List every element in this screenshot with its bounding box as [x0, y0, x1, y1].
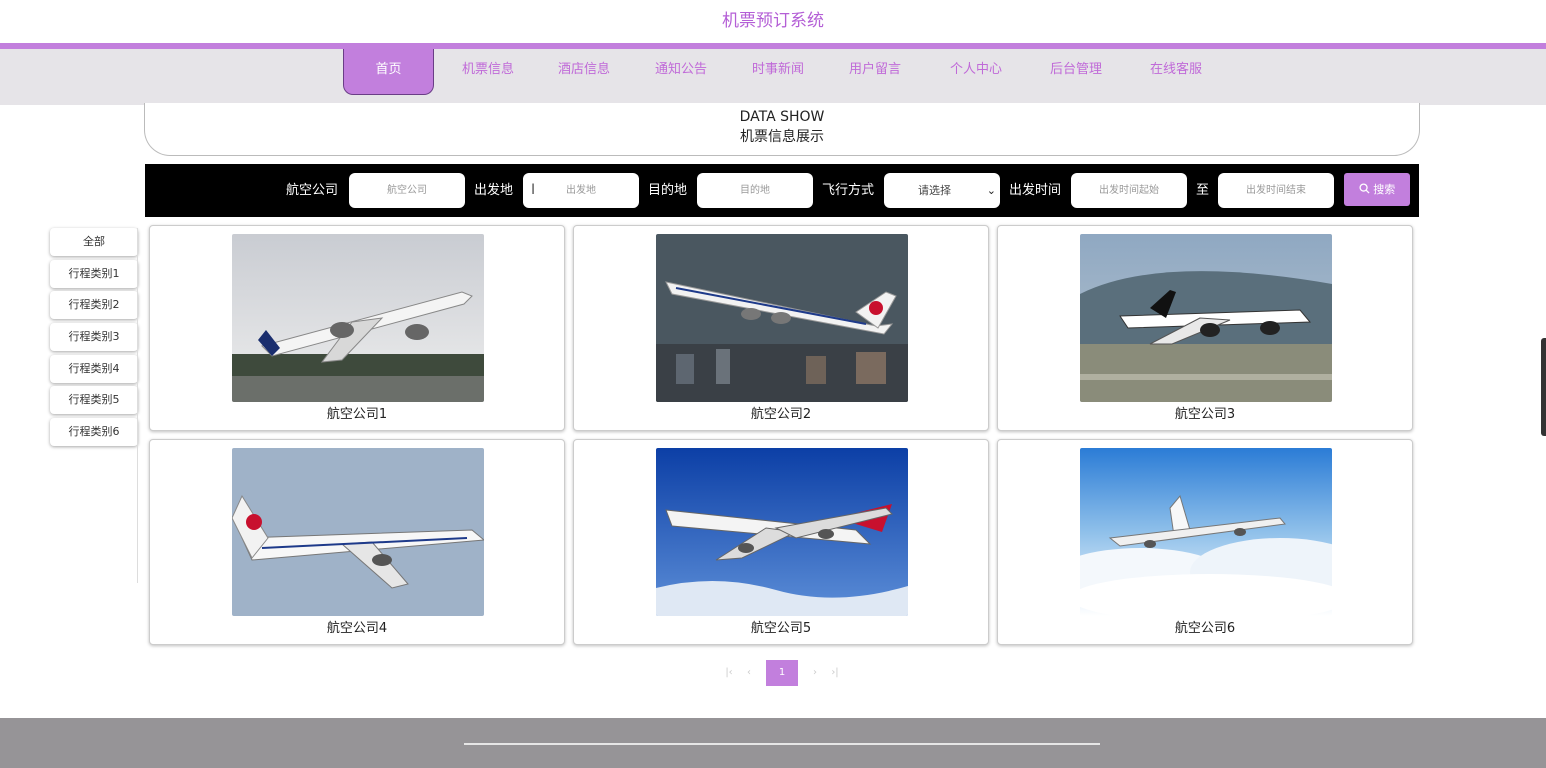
category-4[interactable]: 行程类别4 [50, 354, 138, 383]
section-title-cn: 机票信息展示 [740, 129, 824, 145]
category-6[interactable]: 行程类别6 [50, 418, 138, 447]
airline-label: 航空公司 [286, 183, 339, 198]
section-title-en: DATA SHOW [739, 109, 825, 125]
flight-card[interactable]: 航空公司3 [997, 225, 1413, 431]
flight-card[interactable]: 航空公司2 [573, 225, 989, 431]
airplane-photo[interactable] [232, 448, 484, 616]
flight-type-value: 请选择 [918, 184, 951, 197]
main-nav: 首页 机票信息 酒店信息 通知公告 时事新闻 用户留言 个人中心 后台管理 在线… [0, 49, 1546, 105]
departure-time-label: 出发时间 [1009, 183, 1062, 198]
card-caption[interactable]: 航空公司2 [574, 403, 988, 422]
sidebar-divider [137, 228, 138, 583]
first-page-button[interactable]: |‹ [722, 660, 736, 686]
category-sidebar: 全部 行程类别1 行程类别2 行程类别3 行程类别4 行程类别5 行程类别6 [50, 228, 138, 450]
airplane-photo[interactable] [656, 234, 908, 402]
prev-page-button[interactable]: ‹ [742, 660, 756, 686]
card-caption[interactable]: 航空公司4 [150, 617, 564, 636]
page-number-current[interactable]: 1 [766, 660, 798, 686]
airplane-photo[interactable] [1080, 234, 1332, 402]
departure-label: 出发地 [474, 183, 514, 198]
time-separator: 至 [1196, 183, 1210, 198]
search-bar: 航空公司 航空公司 出发地 出发地 I 目的地 目的地 飞行方式 请选择 ⌄ 出… [145, 164, 1419, 217]
card-caption[interactable]: 航空公司3 [998, 403, 1412, 422]
flight-type-label: 飞行方式 [822, 183, 875, 198]
nav-online-service[interactable]: 在线客服 [1140, 49, 1212, 93]
side-scroll-tab[interactable] [1541, 338, 1546, 436]
destination-input[interactable]: 目的地 [697, 173, 813, 208]
nav-hotel-info[interactable]: 酒店信息 [548, 49, 620, 93]
airline-input[interactable]: 航空公司 [349, 173, 465, 208]
flight-card[interactable]: 航空公司5 [573, 439, 989, 645]
airplane-photo[interactable] [656, 448, 908, 616]
text-cursor-icon: I [531, 180, 535, 200]
footer [0, 718, 1546, 768]
next-page-button[interactable]: › [808, 660, 822, 686]
destination-label: 目的地 [648, 183, 688, 198]
card-caption[interactable]: 航空公司1 [150, 403, 564, 422]
flight-card[interactable]: 航空公司1 [149, 225, 565, 431]
nav-home[interactable]: 首页 [343, 49, 434, 95]
nav-flight-info[interactable]: 机票信息 [452, 49, 524, 93]
card-caption[interactable]: 航空公司6 [998, 617, 1412, 636]
flight-card[interactable]: 航空公司4 [149, 439, 565, 645]
nav-notices[interactable]: 通知公告 [645, 49, 717, 93]
nav-messages[interactable]: 用户留言 [839, 49, 911, 93]
search-button[interactable]: 搜索 [1344, 173, 1410, 206]
flight-card[interactable]: 航空公司6 [997, 439, 1413, 645]
category-3[interactable]: 行程类别3 [50, 323, 138, 352]
category-1[interactable]: 行程类别1 [50, 259, 138, 288]
category-all[interactable]: 全部 [50, 228, 138, 256]
card-caption[interactable]: 航空公司5 [574, 617, 988, 636]
time-start-input[interactable]: 出发时间起始 [1071, 173, 1187, 208]
last-page-button[interactable]: ›| [828, 660, 842, 686]
category-5[interactable]: 行程类别5 [50, 386, 138, 415]
chevron-down-icon: ⌄ [986, 184, 996, 197]
nav-admin[interactable]: 后台管理 [1040, 49, 1112, 93]
search-icon [1359, 183, 1370, 194]
site-title: 机票预订系统 [722, 11, 824, 31]
departure-input[interactable]: 出发地 [523, 173, 639, 208]
search-button-label: 搜索 [1373, 183, 1396, 196]
section-header: DATA SHOW 机票信息展示 [144, 103, 1420, 156]
time-end-input[interactable]: 出发时间结束 [1218, 173, 1334, 208]
nav-news[interactable]: 时事新闻 [742, 49, 814, 93]
category-2[interactable]: 行程类别2 [50, 291, 138, 320]
pagination: |‹ ‹ 1 › ›| [712, 660, 848, 688]
nav-user-center[interactable]: 个人中心 [940, 49, 1012, 93]
airplane-photo[interactable] [1080, 448, 1332, 616]
flight-type-select[interactable]: 请选择 ⌄ [884, 173, 1000, 208]
airplane-photo[interactable] [232, 234, 484, 402]
footer-divider [464, 743, 1100, 745]
